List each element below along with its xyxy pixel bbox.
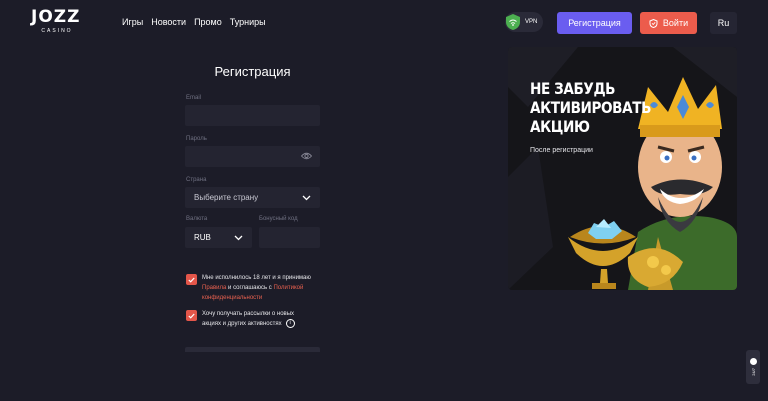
bonus-code-label: Бонусный код [259, 216, 298, 222]
chevron-down-icon [234, 235, 243, 240]
country-label: Страна [186, 177, 207, 183]
language-button[interactable]: Ru [710, 12, 737, 34]
agree-text-part: и соглашаюсь с [228, 285, 272, 291]
promo-headline-line: НЕ ЗАБУДЬ [530, 79, 616, 98]
logo-subtext: CASINO [41, 28, 73, 34]
check-icon [188, 313, 195, 319]
country-select[interactable]: Выберите страну [185, 187, 320, 208]
bonus-code-field[interactable] [259, 227, 320, 248]
promo-banner[interactable]: НЕ ЗАБУДЬ АКТИВИРОВАТЬ АКЦИЮ После регис… [508, 47, 737, 290]
vpn-shield-icon [506, 14, 520, 30]
agree-text-part: Мне исполнилось 18 лет и я принимаю [202, 275, 311, 281]
check-icon [188, 277, 195, 283]
logo[interactable]: JOZZ CASINO [31, 9, 83, 37]
page-title: Регистрация [214, 64, 291, 79]
promo-headline-line: АКТИВИРОВАТЬ [530, 98, 652, 117]
vpn-badge[interactable]: VPN [505, 12, 543, 32]
support-chat-button[interactable]: 24/7 [746, 350, 760, 384]
currency-label: Валюта [186, 216, 208, 222]
country-select-value: Выберите страну [194, 193, 259, 202]
nav-item-news[interactable]: Новости [151, 17, 186, 27]
promo-headline-line: АКЦИЮ [530, 117, 590, 136]
chat-icon [749, 358, 757, 366]
newsletter-text: Хочу получать рассылки о новых акциях и … [202, 309, 307, 329]
email-label: Email [186, 95, 202, 101]
chevron-down-icon [302, 195, 311, 200]
currency-select[interactable]: RUB [185, 227, 252, 248]
submit-button-edge[interactable] [185, 347, 320, 352]
promo-headline: НЕ ЗАБУДЬ АКТИВИРОВАТЬ АКЦИЮ [530, 79, 672, 136]
logo-text: JOZZ [31, 7, 81, 27]
password-field[interactable] [185, 146, 320, 167]
login-label: Войти [662, 18, 689, 28]
nav-item-games[interactable]: Игры [122, 17, 143, 27]
nav-item-promo[interactable]: Промо [194, 17, 222, 27]
header: JOZZ CASINO Игры Новости Промо Турниры V… [0, 0, 768, 46]
shield-icon [649, 18, 658, 28]
register-button[interactable]: Регистрация [557, 12, 632, 34]
vpn-label: VPN [525, 19, 538, 25]
nav-item-tournaments[interactable]: Турниры [230, 17, 266, 27]
eye-icon[interactable] [301, 152, 312, 160]
rules-link[interactable]: Правила [202, 285, 226, 291]
info-icon[interactable]: i [285, 319, 295, 328]
password-label: Пароль [186, 136, 207, 142]
email-field[interactable] [185, 105, 320, 126]
newsletter-text-part: Хочу получать рассылки о новых акциях и … [202, 311, 295, 328]
currency-select-value: RUB [194, 233, 211, 242]
agree-checkbox[interactable] [186, 274, 197, 285]
agree-text: Мне исполнилось 18 лет и я принимаю Прав… [202, 273, 327, 303]
support-label: 24/7 [750, 368, 756, 376]
newsletter-checkbox[interactable] [186, 310, 197, 321]
login-button[interactable]: Войти [640, 12, 697, 34]
main-nav: Игры Новости Промо Турниры [122, 17, 266, 27]
promo-subtext: После регистрации [530, 147, 593, 154]
